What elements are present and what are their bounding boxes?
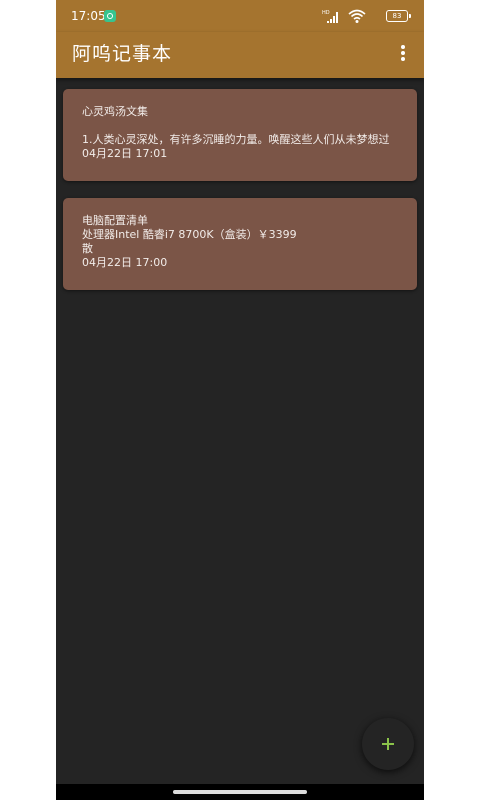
note-title: 电脑配置清单	[82, 214, 148, 227]
app-bar: 阿呜记事本	[56, 32, 424, 78]
battery-icon: 83	[386, 10, 411, 22]
status-bar: 17:05 HD 83	[56, 0, 424, 32]
note-body: 1.人类心灵深处，有许多沉睡的力量。唤醒这些人们从未梦想过	[82, 133, 390, 146]
note-date: 04月22日 17:00	[82, 256, 168, 269]
status-time: 17:05	[71, 9, 106, 23]
navigation-bar	[56, 784, 424, 800]
wifi-icon	[348, 9, 366, 23]
app-notification-icon	[104, 10, 116, 22]
note-card[interactable]: 电脑配置清单 处理器Intel 酷睿i7 8700K（盒装）￥3399 散 04…	[63, 198, 417, 290]
signal-icon: HD	[322, 10, 338, 23]
note-title: 心灵鸡汤文集	[82, 105, 148, 118]
phone-screen: 17:05 HD 83 阿呜记事本 心灵鸡汤文集 1.人类心灵深处，有许多沉睡的…	[56, 0, 424, 800]
app-title: 阿呜记事本	[72, 43, 173, 65]
more-vert-icon[interactable]	[388, 38, 418, 68]
note-body: 处理器Intel 酷睿i7 8700K（盒装）￥3399	[82, 228, 297, 241]
add-note-button[interactable]	[362, 718, 414, 770]
note-body: 散	[82, 242, 93, 255]
svg-text:HD: HD	[322, 10, 330, 16]
home-indicator[interactable]	[173, 790, 307, 794]
note-card[interactable]: 心灵鸡汤文集 1.人类心灵深处，有许多沉睡的力量。唤醒这些人们从未梦想过 04月…	[63, 89, 417, 181]
note-date: 04月22日 17:01	[82, 147, 168, 160]
